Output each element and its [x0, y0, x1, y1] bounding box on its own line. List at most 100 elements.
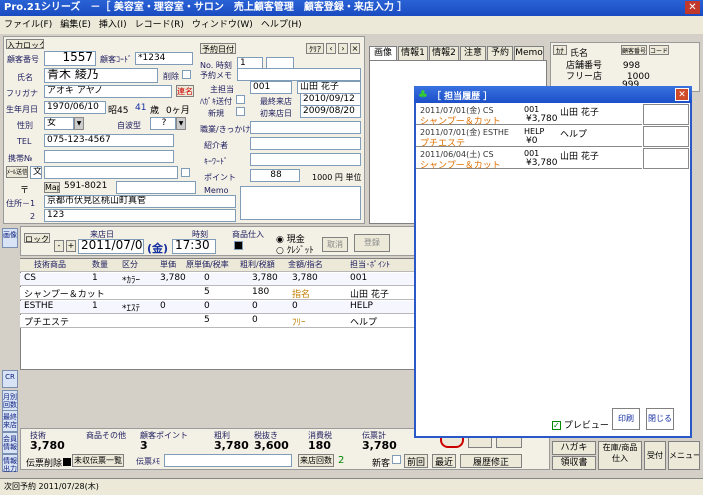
recent-button[interactable]: 最近	[432, 454, 456, 468]
staff-code-select[interactable]: 001	[250, 81, 292, 94]
joint-name-button[interactable]: 連名	[176, 85, 194, 97]
menu-insert[interactable]: 挿入(I)	[99, 20, 127, 30]
visit-time-field[interactable]: 17:30	[172, 239, 216, 254]
grid-cell-d[interactable]: 0	[160, 301, 166, 311]
clear-button[interactable]: ｸﾘｱ	[306, 43, 324, 54]
mail-checkbox[interactable]	[181, 168, 190, 177]
zip-field[interactable]: 591-8021	[62, 181, 114, 194]
input-lock-button[interactable]: 入力ロック	[6, 39, 44, 49]
sort-code-button[interactable]: コード	[649, 45, 669, 55]
receipt-button[interactable]: 領収書	[552, 456, 596, 470]
reserve-date-button[interactable]: 予約日付	[200, 43, 236, 54]
tab-info1[interactable]: 情報1	[398, 46, 428, 60]
grid-cell-f[interactable]: 180	[252, 287, 269, 297]
menu-record[interactable]: レコード(R)	[135, 20, 184, 30]
tab-info2[interactable]: 情報2	[429, 46, 459, 60]
chevron-down-icon[interactable]: ▼	[74, 117, 84, 130]
tab-caution[interactable]: 注意	[460, 46, 486, 60]
grid-cell-b[interactable]: 1	[92, 301, 98, 311]
print-button[interactable]: 印刷	[612, 408, 640, 430]
popup-close-button[interactable]: 閉じる	[646, 408, 674, 430]
memo-field[interactable]	[240, 186, 361, 220]
tab-reserve[interactable]: 予約	[487, 46, 513, 60]
tel-field[interactable]: 075-123-4567	[44, 134, 174, 147]
menu-edit[interactable]: 編集(E)	[60, 20, 91, 30]
grid-cell-a[interactable]: CS	[24, 273, 36, 283]
grid-cell-h[interactable]: HELP	[350, 301, 373, 311]
grid-cell-g[interactable]: 0	[292, 301, 298, 311]
next-icon[interactable]: ›	[338, 43, 348, 54]
postcard-button[interactable]: ハガキ	[552, 441, 596, 455]
kana-button[interactable]: ｶﾅ	[553, 45, 567, 55]
grid-cell-c[interactable]: *ｶﾗｰ	[122, 273, 140, 286]
sidebar-image[interactable]: 画像	[2, 228, 18, 248]
addr2-field[interactable]: 123	[44, 209, 236, 222]
grid-cell-e[interactable]: 0	[204, 301, 210, 311]
tab-memo[interactable]: Memo	[514, 46, 544, 60]
preview-checkbox[interactable]: ✓ プレビュー	[552, 418, 609, 431]
cancel-button[interactable]: 取消	[322, 237, 348, 252]
grid-cell-c[interactable]: *ｴｽﾃ	[122, 301, 140, 314]
register-button[interactable]: 登録	[354, 234, 390, 252]
kana-field[interactable]: アオキ アヤノ	[44, 85, 172, 98]
sidebar-output[interactable]: 情報 出力	[2, 454, 18, 473]
slip-memo-field[interactable]	[164, 454, 292, 467]
sidebar-member[interactable]: 会員 情報	[2, 432, 18, 454]
keyword-field[interactable]	[250, 153, 361, 166]
grid-row[interactable]: プチエステ 5 0 ﾌﾘｰ ヘルプ	[20, 315, 415, 328]
menu-file[interactable]: ファイル(F)	[4, 20, 52, 30]
grid-cell-a[interactable]: プチエステ	[24, 315, 69, 328]
visit-date-field[interactable]: 2011/07/01	[78, 239, 144, 254]
history-note-field[interactable]	[643, 126, 689, 147]
date-plus-button[interactable]: +	[66, 240, 76, 252]
grid-cell-e[interactable]: 0	[204, 273, 210, 283]
map-button[interactable]: Map	[44, 182, 60, 193]
stock-button[interactable]: 在庫/商品 仕入	[598, 441, 642, 470]
credit-radio[interactable]: ○ ｸﾚｼﾞｯﾄ	[276, 243, 314, 256]
chevron-down-icon[interactable]: ▼	[176, 117, 186, 130]
grid-cell-f[interactable]: 0	[252, 301, 258, 311]
reception-button[interactable]: 受付	[644, 441, 666, 470]
close-mini-icon[interactable]: ×	[350, 43, 360, 54]
customer-code-field[interactable]: *1234	[135, 52, 193, 65]
date-minus-button[interactable]: -	[54, 240, 64, 252]
menu-window[interactable]: ウィンドウ(W)	[192, 20, 253, 30]
tab-image[interactable]: 画像	[369, 46, 397, 60]
job-field[interactable]	[250, 121, 361, 134]
grid-cell-h[interactable]: ヘルプ	[350, 315, 377, 328]
slip-delete[interactable]: 伝票削除	[26, 456, 72, 469]
grid-row[interactable]: CS 1 *ｶﾗｰ 3,780 0 3,780 3,780 001	[20, 273, 415, 286]
previous-button[interactable]: 前回	[404, 454, 428, 468]
grid-row[interactable]: ESTHE 1 *ｴｽﾃ 0 0 0 0 HELP	[20, 301, 415, 314]
unpaid-list-button[interactable]: 未収伝票一覧	[72, 454, 124, 467]
grid-cell-f[interactable]: 0	[252, 315, 258, 325]
addr1-field[interactable]: 京都市伏見区桃山町真菅	[44, 195, 236, 208]
intro-field[interactable]	[250, 137, 361, 150]
history-fix-button[interactable]: 履歴修正	[460, 454, 522, 468]
popup-close-icon[interactable]: ✕	[675, 88, 689, 101]
grid-cell-h[interactable]: 山田 花子	[350, 287, 389, 300]
grid-cell-e[interactable]: 5	[204, 287, 210, 297]
point-field[interactable]: 88	[250, 169, 300, 182]
name-field[interactable]: 青木 綾乃	[44, 68, 158, 83]
menu-help[interactable]: ヘルプ(H)	[261, 20, 302, 30]
close-icon[interactable]: ✕	[685, 1, 700, 14]
history-note-field[interactable]	[643, 104, 689, 125]
delete-checkbox[interactable]	[182, 70, 191, 79]
grid-cell-g[interactable]: 3,780	[292, 273, 318, 283]
birth-field[interactable]: 1970/06/10	[44, 101, 106, 114]
grid-cell-a[interactable]: ESTHE	[24, 301, 53, 311]
sidebar-last-visit[interactable]: 最終 来店	[2, 410, 18, 432]
sort-no-button[interactable]: 顧客番号	[621, 45, 647, 55]
grid-cell-g[interactable]: ﾌﾘｰ	[292, 315, 306, 328]
sidebar-cr[interactable]: CR	[2, 370, 18, 388]
new-customer-checkbox[interactable]	[392, 455, 401, 464]
grid-cell-h[interactable]: 001	[350, 273, 367, 283]
hair-select[interactable]: ?	[150, 117, 176, 130]
sex-select[interactable]: 女	[44, 117, 74, 130]
dm-checkbox[interactable]	[236, 95, 245, 104]
mail-field[interactable]	[44, 166, 178, 179]
grid-cell-a[interactable]: シャンプー＆カット	[24, 287, 105, 300]
customer-no-field[interactable]: 1557	[44, 51, 96, 66]
history-entry[interactable]: 2011/07/01(金) ESTHE HELP ヘルプ プチエステ ¥0	[416, 126, 642, 149]
